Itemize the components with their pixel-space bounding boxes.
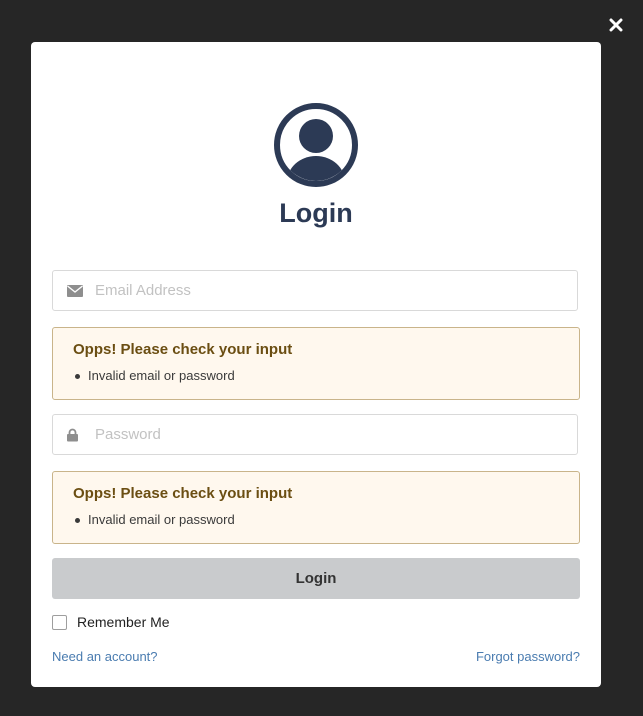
modal-overlay: Login Opps! Please check your input Inva… (0, 0, 643, 716)
remember-me-checkbox[interactable] (52, 614, 67, 630)
bullet-icon (75, 373, 80, 379)
need-account-link[interactable]: Need an account? (52, 649, 158, 664)
password-input[interactable] (95, 415, 565, 454)
bullet-icon (75, 517, 80, 523)
close-button[interactable] (605, 14, 627, 36)
page-title: Login (279, 198, 353, 228)
alert-title: Opps! Please check your input (73, 341, 293, 358)
remember-me-toggle[interactable]: Remember Me (52, 614, 170, 630)
email-field[interactable] (52, 270, 578, 311)
email-input[interactable] (95, 271, 565, 310)
email-error-alert: Opps! Please check your input Invalid em… (52, 327, 580, 400)
login-modal: Login Opps! Please check your input Inva… (31, 42, 601, 687)
envelope-icon (67, 284, 83, 297)
forgot-password-link[interactable]: Forgot password? (476, 649, 580, 664)
password-field[interactable] (52, 414, 578, 455)
alert-item: Invalid email or password (73, 368, 235, 384)
remember-me-label: Remember Me (77, 614, 170, 630)
alert-item: Invalid email or password (73, 512, 235, 528)
alert-item-text: Invalid email or password (88, 512, 235, 527)
login-button[interactable]: Login (52, 558, 580, 599)
close-icon (609, 18, 623, 32)
alert-title: Opps! Please check your input (73, 485, 293, 502)
user-avatar-icon (274, 103, 358, 187)
lock-icon (67, 428, 78, 441)
alert-item-text: Invalid email or password (88, 368, 235, 383)
password-error-alert: Opps! Please check your input Invalid em… (52, 471, 580, 544)
